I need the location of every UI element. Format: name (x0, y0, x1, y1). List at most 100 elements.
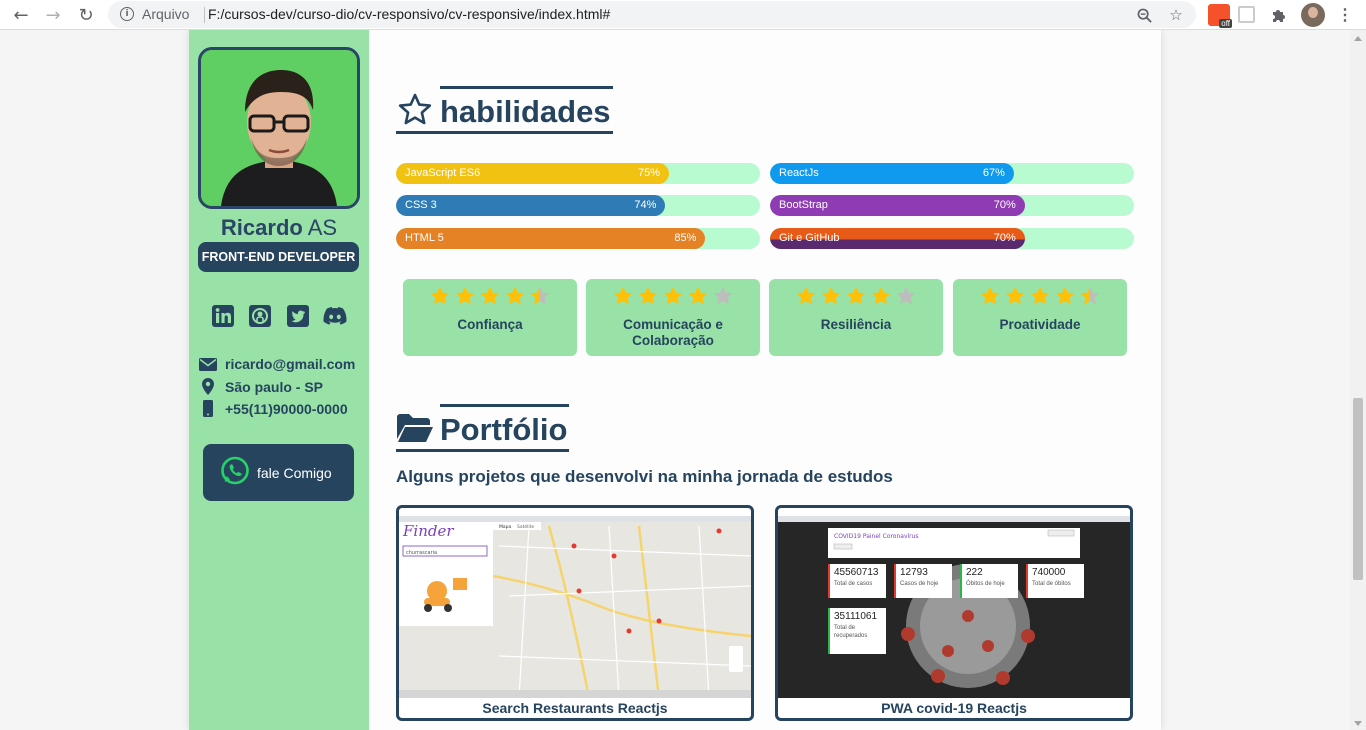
soft-skill-label: Confiança (457, 317, 523, 332)
discord-icon[interactable] (321, 303, 349, 329)
soft-skill-card: Comunicação e Colaboração (586, 279, 760, 356)
skills-heading: habilidades (396, 82, 613, 134)
skill-bar-fill: Git e GitHub 70% (770, 228, 1025, 249)
extension-badge: off (1219, 19, 1232, 28)
star-icon (430, 286, 450, 305)
portfolio-heading: Portfólio (396, 400, 570, 452)
covid-stat-value: 740000 (1032, 567, 1066, 578)
finder-logo: Finder (402, 522, 454, 540)
skill-bar: JavaScript ES6 75% (396, 163, 760, 184)
star-icon (1005, 286, 1025, 305)
github-icon[interactable] (246, 303, 274, 329)
contact-phone[interactable]: +55(11)90000-0000 (199, 400, 348, 417)
contact-email[interactable]: ricardo@gmail.com (199, 356, 355, 372)
star-icon (530, 286, 550, 305)
skills-title: habilidades (440, 86, 613, 134)
skill-name: BootStrap (779, 199, 828, 211)
star-icon (846, 286, 866, 305)
map-tab-b: Satélite (517, 523, 534, 530)
covid-stat-card: 12793 Casos de hoje (894, 564, 952, 598)
mobile-phone-icon (199, 400, 217, 417)
star-icon (1080, 286, 1100, 305)
star-icon (796, 286, 816, 305)
twitter-icon[interactable] (284, 303, 312, 329)
profile-photo (198, 47, 360, 209)
star-rating (769, 285, 943, 309)
site-label: Arquivo (142, 6, 190, 22)
profile-avatar-icon[interactable] (1301, 3, 1325, 27)
map-tab-a: Mapa (499, 524, 511, 530)
star-icon (896, 286, 916, 305)
project-card-covid[interactable]: COVID19 Painel Coronavírus 45560713 Total… (775, 505, 1133, 721)
linkedin-icon[interactable] (209, 303, 237, 329)
address-bar[interactable]: i Arquivo F:/cursos-dev/curso-dio/cv-res… (108, 1, 1196, 28)
skill-name: CSS 3 (405, 199, 437, 211)
star-icon (505, 286, 525, 305)
star-icon (980, 286, 1000, 305)
email-text: ricardo@gmail.com (225, 356, 356, 372)
soft-skill-card: Proatividade (953, 279, 1127, 356)
zoom-icon[interactable] (1134, 5, 1154, 25)
covid-stat-card: 222 Óbitos de hoje (960, 564, 1018, 598)
bookmark-star-icon[interactable]: ☆ (1166, 5, 1186, 25)
star-icon (480, 286, 500, 305)
skill-bar-fill: JavaScript ES6 75% (396, 163, 669, 184)
finder-search-text: churrascaria (406, 550, 437, 556)
covid-stat-value: 12793 (900, 567, 928, 578)
folder-open-icon (396, 408, 434, 448)
whatsapp-icon (219, 455, 251, 490)
skill-percent: 70% (993, 199, 1016, 211)
skill-bar: BootStrap 70% (770, 195, 1134, 216)
scroll-up-arrow-icon[interactable] (1354, 36, 1362, 41)
extensions-puzzle-icon[interactable] (1268, 4, 1290, 26)
vertical-scrollbar[interactable] (1350, 30, 1366, 730)
extension-off-icon[interactable]: off (1208, 4, 1232, 28)
covid-stat-value: 35111061 (834, 611, 878, 622)
covid-stat-value: 45560713 (834, 567, 879, 578)
covid-stat-label: Óbitos de hoje (966, 581, 1005, 587)
skill-bar: HTML 5 85% (396, 228, 760, 249)
star-icon (455, 286, 475, 305)
envelope-icon (199, 357, 217, 371)
covid-stat-label: Total de casos (834, 581, 873, 587)
whatsapp-contact-button[interactable]: fale Comigo (203, 444, 354, 501)
star-icon (821, 286, 841, 305)
star-icon (613, 286, 633, 305)
star-icon (1030, 286, 1050, 305)
contact-location: São paulo - SP (199, 378, 323, 395)
project-thumbnail-covid: COVID19 Painel Coronavírus 45560713 Total… (778, 516, 1130, 698)
project-title[interactable]: Search Restaurants Reactjs (399, 700, 751, 716)
skill-bar: ReactJs 67% (770, 163, 1134, 184)
cv-card: Ricardo AS FRONT-END DEVELOPER ricardo@g… (189, 30, 1161, 730)
project-card-restaurants[interactable]: Finder churrascaria Mapa Satélite Search… (396, 505, 754, 721)
page-viewport: Ricardo AS FRONT-END DEVELOPER ricardo@g… (0, 30, 1350, 730)
url-text[interactable]: F:/cursos-dev/curso-dio/cv-responsivo/cv… (208, 6, 610, 22)
star-icon (1055, 286, 1075, 305)
extension-grey-icon[interactable] (1238, 6, 1255, 23)
soft-skill-label: Proatividade (999, 317, 1081, 332)
scroll-down-arrow-icon[interactable] (1354, 721, 1362, 726)
soft-skill-label: Resiliência (820, 317, 892, 332)
info-icon[interactable]: i (120, 7, 134, 21)
portfolio-heading-underline (396, 449, 442, 452)
star-icon (713, 286, 733, 305)
forward-arrow-icon[interactable]: → (42, 4, 64, 26)
covid-stat-card: 35111061 Total de recuperados (828, 608, 886, 654)
covid-stat-label: Casos de hoje (900, 581, 939, 587)
back-arrow-icon[interactable]: ← (10, 4, 32, 26)
scrollbar-thumb[interactable] (1353, 398, 1363, 580)
skill-bar: CSS 3 74% (396, 195, 760, 216)
profile-sidebar: Ricardo AS FRONT-END DEVELOPER ricardo@g… (189, 30, 369, 730)
skill-percent: 74% (634, 199, 657, 211)
reload-icon[interactable]: ↻ (75, 4, 97, 26)
project-thumbnail-restaurants: Finder churrascaria Mapa Satélite (399, 516, 751, 698)
skill-bar-fill: HTML 5 85% (396, 228, 706, 249)
portfolio-subtitle: Alguns projetos que desenvolvi na minha … (396, 467, 893, 486)
profile-name: Ricardo AS (189, 215, 369, 241)
skill-name: JavaScript ES6 (405, 167, 481, 179)
phone-text: +55(11)90000-0000 (225, 400, 348, 417)
covid-stat-card: 45560713 Total de casos (828, 564, 886, 598)
star-outline-icon (396, 90, 434, 130)
kebab-menu-icon[interactable]: ⋮ (1334, 4, 1356, 26)
project-title[interactable]: PWA covid-19 Reactjs (778, 700, 1130, 716)
